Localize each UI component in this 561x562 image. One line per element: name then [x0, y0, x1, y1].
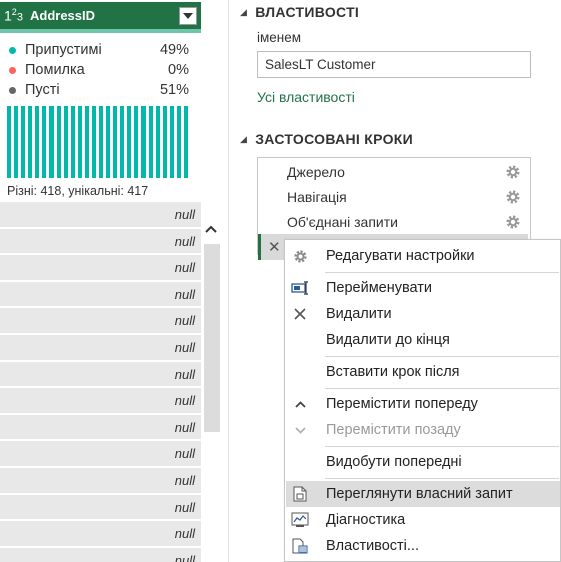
distribution-bar[interactable] [7, 106, 12, 178]
distribution-bar[interactable] [169, 106, 174, 178]
distribution-bar[interactable] [77, 106, 82, 178]
close-icon [291, 305, 309, 323]
distribution-bar[interactable] [84, 106, 89, 178]
table-row[interactable]: null [0, 308, 201, 335]
distribution-bar[interactable] [49, 106, 54, 178]
quality-error: Помилка 0% [0, 60, 201, 80]
properties-icon [291, 537, 309, 555]
step-merged-queries[interactable]: Об'єднані запити [259, 209, 529, 235]
scrollbar-thumb[interactable] [204, 244, 220, 432]
menu-view-native-query[interactable]: Переглянути власний запит [286, 481, 560, 507]
menu-delete-until-end[interactable]: Видалити до кінця [286, 327, 560, 353]
table-row[interactable]: null [0, 228, 201, 256]
rename-icon [291, 279, 309, 297]
distribution-bar[interactable] [63, 106, 68, 178]
column-distribution-chart[interactable] [7, 106, 191, 178]
whole-number-type-icon[interactable]: 123 [4, 7, 26, 24]
distribution-bar[interactable] [35, 106, 40, 178]
column-name: AddressID [30, 8, 96, 23]
native-query-icon [291, 485, 309, 503]
quality-valid: Припустимі 49% [0, 40, 201, 60]
dropdown-icon[interactable] [179, 6, 197, 25]
distribution-bar[interactable] [106, 106, 111, 178]
applied-steps-section-title[interactable]: ◢ ЗАСТОСОВАНІ КРОКИ [240, 131, 413, 147]
distribution-bar[interactable] [28, 106, 33, 178]
step-context-menu: Редагувати настройки Перейменувати Видал… [284, 239, 561, 562]
step-source[interactable]: Джерело [259, 159, 529, 185]
menu-separator [325, 446, 559, 447]
distribution-bar[interactable] [120, 106, 125, 178]
gear-icon[interactable] [505, 189, 521, 205]
column-header-addressid[interactable]: 123 AddressID [0, 2, 201, 29]
table-row[interactable]: null [0, 255, 201, 282]
column-quality: Припустимі 49% Помилка 0% Пусті 51% [0, 40, 201, 100]
quality-empty: Пусті 51% [0, 80, 201, 100]
empty-dot-icon [9, 86, 16, 94]
menu-move-before[interactable]: Перемістити попереду [286, 391, 560, 417]
column-quality-bar [0, 29, 201, 33]
diagnostics-icon [291, 511, 309, 529]
table-row[interactable]: null [0, 441, 201, 468]
distribution-bar[interactable] [155, 106, 160, 178]
chevron-up-icon [291, 395, 309, 413]
menu-diagnostics[interactable]: Діагностика [286, 507, 560, 533]
scroll-up-icon[interactable] [201, 218, 221, 240]
table-row[interactable]: null [0, 202, 201, 229]
menu-properties[interactable]: Властивості... [286, 533, 560, 559]
chevron-down-icon [291, 421, 309, 439]
query-name-input[interactable] [257, 51, 531, 78]
table-row[interactable]: null [0, 467, 201, 495]
table-row[interactable]: null [0, 494, 201, 522]
gear-icon[interactable] [505, 164, 521, 180]
distribution-bar[interactable] [134, 106, 139, 178]
distribution-bar[interactable] [141, 106, 146, 178]
collapse-triangle-icon[interactable]: ◢ [240, 7, 247, 18]
name-label: іменем [257, 30, 302, 45]
menu-separator [325, 272, 559, 273]
menu-separator [325, 356, 559, 357]
distribution-bar[interactable] [183, 106, 188, 178]
menu-separator [325, 388, 559, 389]
table-row[interactable]: null [0, 547, 201, 562]
error-dot-icon [9, 66, 16, 74]
data-preview: 123 AddressID Припустимі 49% Помилка 0% … [0, 0, 201, 562]
power-query-editor: 123 AddressID Припустимі 49% Помилка 0% … [0, 0, 561, 562]
distribution-bar[interactable] [56, 106, 61, 178]
distribution-bar[interactable] [70, 106, 75, 178]
gear-icon [291, 247, 309, 265]
table-row[interactable]: null [0, 281, 201, 309]
delete-step-icon[interactable]: ✕ [268, 238, 281, 256]
distribution-bar[interactable] [42, 106, 47, 178]
distribution-bar[interactable] [14, 106, 19, 178]
menu-rename[interactable]: Перейменувати [286, 275, 560, 301]
menu-insert-step-after[interactable]: Вставити крок після [286, 359, 560, 385]
gear-icon[interactable] [505, 214, 521, 230]
distribution-bar[interactable] [162, 106, 167, 178]
table-row[interactable]: null [0, 334, 201, 362]
distinct-unique-summary: Різні: 418, унікальні: 417 [7, 184, 149, 198]
table-row[interactable]: null [0, 388, 201, 415]
menu-move-after[interactable]: Перемістити позаду [286, 417, 560, 443]
step-navigation[interactable]: Навігація [259, 184, 529, 210]
table-row[interactable]: null [0, 521, 201, 548]
collapse-triangle-icon[interactable]: ◢ [240, 134, 247, 145]
distribution-bar[interactable] [99, 106, 104, 178]
table-row[interactable]: null [0, 361, 201, 389]
distribution-bar[interactable] [21, 106, 26, 178]
valid-dot-icon [9, 46, 16, 54]
distribution-bar[interactable] [176, 106, 181, 178]
distribution-bar[interactable] [113, 106, 118, 178]
menu-delete[interactable]: Видалити [286, 301, 560, 327]
properties-section-title[interactable]: ◢ ВЛАСТИВОСТІ [240, 4, 359, 20]
all-properties-link[interactable]: Усі властивості [257, 89, 355, 105]
data-rows: null null null null null null null null null null… [0, 202, 201, 562]
menu-extract-previous[interactable]: Видобути попередні [286, 449, 560, 475]
menu-separator [325, 478, 559, 479]
distribution-bar[interactable] [127, 106, 132, 178]
menu-edit-settings[interactable]: Редагувати настройки [286, 243, 560, 269]
table-row[interactable]: null [0, 414, 201, 442]
distribution-bar[interactable] [91, 106, 96, 178]
distribution-bar[interactable] [148, 106, 153, 178]
pane-divider [228, 0, 229, 562]
